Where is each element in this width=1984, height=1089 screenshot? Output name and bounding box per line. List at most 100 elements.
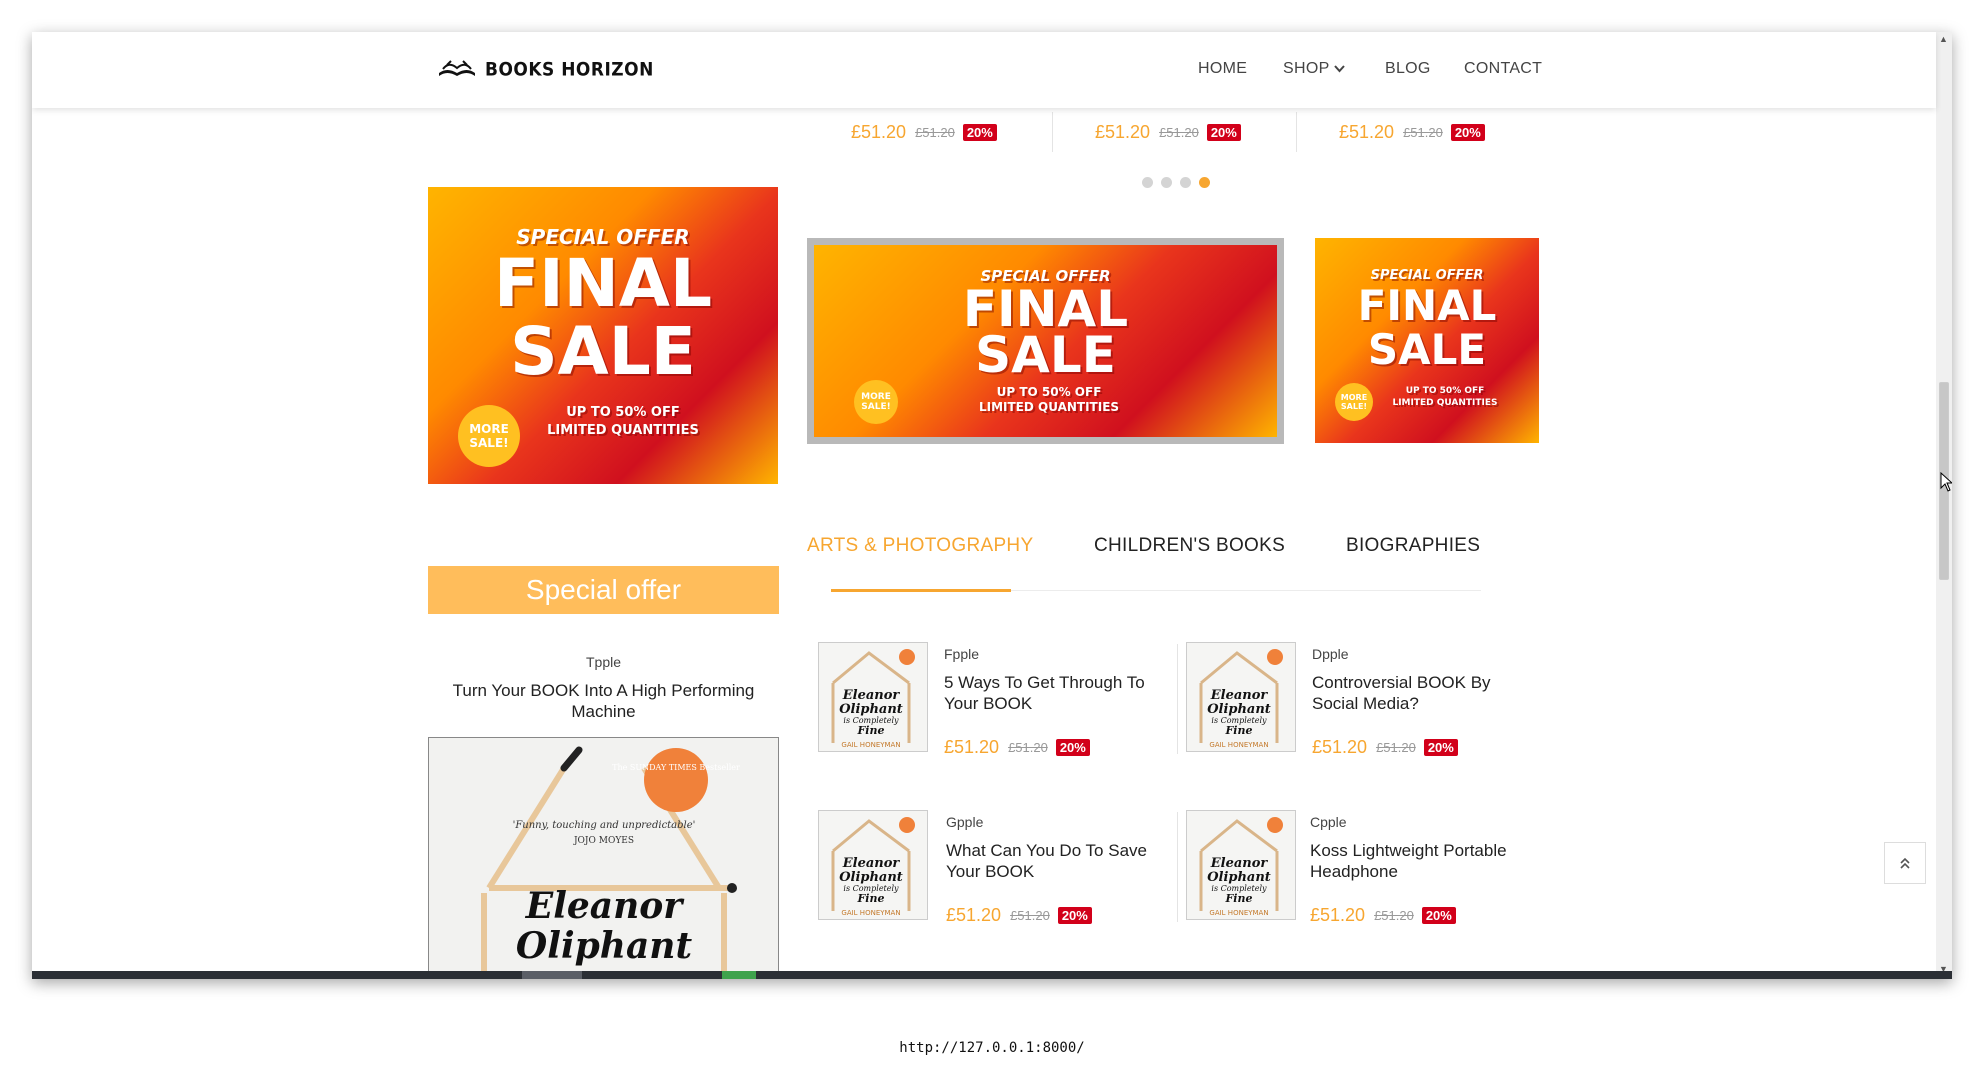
thumb-author: GAIL HONEYMAN bbox=[841, 909, 900, 917]
old-price: £51.20 bbox=[1159, 125, 1199, 140]
old-price: £51.20 bbox=[1008, 740, 1048, 755]
chevron-down-icon bbox=[1334, 65, 1345, 73]
book-thumb-image: Eleanor Oliphant is Completely Fine GAIL… bbox=[831, 649, 915, 749]
banner-line1: UP TO 50% OFF bbox=[1405, 386, 1485, 396]
divider bbox=[1296, 112, 1297, 152]
book-logo-icon bbox=[439, 60, 475, 76]
carousel-dot-2[interactable] bbox=[1161, 177, 1172, 188]
active-tab-underline bbox=[831, 589, 1011, 592]
special-offer-book-cover[interactable]: The SUNDAY TIMES Bestseller 'Funny, touc… bbox=[428, 737, 779, 979]
product-brand: Gpple bbox=[946, 814, 984, 830]
banner-sale: SALE bbox=[975, 326, 1116, 384]
tab-biographies[interactable]: BIOGRAPHIES bbox=[1346, 535, 1480, 557]
logo-text: BOOKS HORIZON bbox=[485, 59, 654, 81]
product-title[interactable]: Koss Lightweight Portable Headphone bbox=[1310, 840, 1520, 882]
carousel-dot-1[interactable] bbox=[1142, 177, 1153, 188]
special-offer-title[interactable]: Turn Your BOOK Into A High Performing Ma… bbox=[428, 680, 779, 722]
thumb-line2: Oliphant bbox=[1207, 870, 1271, 885]
price: £51.20 bbox=[946, 905, 1002, 925]
thumb-line1: Eleanor bbox=[842, 688, 901, 703]
thumb-line2: Oliphant bbox=[839, 702, 903, 717]
status-url: http://127.0.0.1:8000/ bbox=[899, 1040, 1085, 1056]
cover-title-1: Eleanor bbox=[525, 885, 686, 927]
discount-badge: 20% bbox=[1206, 124, 1241, 141]
banner-line2: LIMITED QUANTITIES bbox=[547, 423, 699, 438]
final-sale-banner-right[interactable]: SPECIAL OFFER FINAL SALE MORE SALE! UP T… bbox=[1315, 238, 1539, 443]
banner-line2: LIMITED QUANTITIES bbox=[978, 400, 1120, 414]
back-to-top-button[interactable] bbox=[1884, 842, 1926, 884]
thumb-author: GAIL HONEYMAN bbox=[1209, 741, 1268, 749]
double-chevron-up-icon bbox=[1900, 857, 1910, 869]
banner-final: FINAL bbox=[493, 245, 712, 322]
final-sale-banner-left[interactable]: SPECIAL OFFER FINAL SALE MORE SALE! UP T… bbox=[428, 187, 778, 484]
carousel-dot-4[interactable] bbox=[1199, 177, 1210, 188]
thumb-line4: Fine bbox=[857, 724, 885, 737]
thumb-author: GAIL HONEYMAN bbox=[1209, 909, 1268, 917]
taskbar-item[interactable] bbox=[522, 971, 582, 979]
discount-badge: 20% bbox=[1057, 907, 1092, 924]
old-price: £51.20 bbox=[1376, 740, 1416, 755]
special-offer-heading: Special offer bbox=[428, 566, 779, 614]
product-thumbnail[interactable]: Eleanor Oliphant is Completely Fine GAIL… bbox=[1186, 642, 1296, 752]
carousel-price-3: £51.20 £51.20 20% bbox=[1339, 122, 1485, 143]
nav-shop-label: SHOP bbox=[1283, 60, 1330, 77]
price: £51.20 bbox=[1312, 737, 1368, 757]
final-sale-banner-center[interactable]: SPECIAL OFFER FINAL SALE MORE SALE! UP T… bbox=[807, 238, 1284, 444]
banner-line1: UP TO 50% OFF bbox=[996, 385, 1102, 399]
vertical-scrollbar[interactable]: ▲ ▼ bbox=[1936, 32, 1952, 979]
tab-arts-photography[interactable]: ARTS & PHOTOGRAPHY bbox=[807, 535, 1033, 557]
product-thumbnail[interactable]: Eleanor Oliphant is Completely Fine GAIL… bbox=[818, 642, 928, 752]
nav-shop[interactable]: SHOP bbox=[1283, 60, 1345, 78]
discount-badge: 20% bbox=[1423, 739, 1458, 756]
old-price: £51.20 bbox=[1010, 908, 1050, 923]
thumb-line2: Oliphant bbox=[839, 870, 903, 885]
product-brand: Fpple bbox=[944, 646, 980, 662]
taskbar bbox=[32, 971, 1952, 979]
product-price: £51.20 £51.20 20% bbox=[946, 905, 1092, 926]
book-cover-image: The SUNDAY TIMES Bestseller 'Funny, touc… bbox=[481, 746, 740, 978]
carousel-dots bbox=[1142, 177, 1210, 188]
scroll-up-arrow-icon[interactable]: ▲ bbox=[1939, 34, 1948, 44]
thumb-line4: Fine bbox=[1225, 892, 1253, 905]
old-price: £51.20 bbox=[915, 125, 955, 140]
banner-sale: SALE bbox=[510, 313, 696, 390]
price: £51.20 bbox=[1339, 122, 1395, 142]
discount-badge: 20% bbox=[1055, 739, 1090, 756]
taskbar-item[interactable] bbox=[722, 971, 756, 979]
book-thumb-image: Eleanor Oliphant is Completely Fine GAIL… bbox=[831, 817, 915, 917]
product-thumbnail[interactable]: Eleanor Oliphant is Completely Fine GAIL… bbox=[818, 810, 928, 920]
thumb-line4: Fine bbox=[857, 892, 885, 905]
product-brand: Cpple bbox=[1310, 814, 1347, 830]
product-thumbnail[interactable]: Eleanor Oliphant is Completely Fine GAIL… bbox=[1186, 810, 1296, 920]
thumb-author: GAIL HONEYMAN bbox=[841, 741, 900, 749]
divider bbox=[1177, 644, 1178, 754]
banner-line1: UP TO 50% OFF bbox=[566, 405, 680, 420]
nav-home[interactable]: HOME bbox=[1198, 60, 1247, 78]
thumb-line4: Fine bbox=[1225, 724, 1253, 737]
nav-contact[interactable]: CONTACT bbox=[1464, 60, 1542, 78]
thumb-line1: Eleanor bbox=[842, 856, 901, 871]
nav-blog[interactable]: BLOG bbox=[1385, 60, 1431, 78]
mouse-cursor-icon bbox=[1940, 472, 1952, 492]
carousel-price-2: £51.20 £51.20 20% bbox=[1095, 122, 1241, 143]
discount-badge: 20% bbox=[962, 124, 997, 141]
product-price: £51.20 £51.20 20% bbox=[1310, 905, 1456, 926]
product-title[interactable]: Controversial BOOK By Social Media? bbox=[1312, 672, 1522, 714]
carousel-dot-3[interactable] bbox=[1180, 177, 1191, 188]
site-logo[interactable]: BOOKS HORIZON bbox=[437, 54, 654, 86]
product-price: £51.20 £51.20 20% bbox=[1312, 737, 1458, 758]
divider bbox=[1052, 112, 1053, 152]
book-thumb-image: Eleanor Oliphant is Completely Fine GAIL… bbox=[1199, 649, 1283, 749]
tab-childrens-books[interactable]: CHILDREN'S BOOKS bbox=[1094, 535, 1285, 557]
carousel-price-1: £51.20 £51.20 20% bbox=[851, 122, 997, 143]
discount-badge: 20% bbox=[1421, 907, 1456, 924]
thumb-line2: Oliphant bbox=[1207, 702, 1271, 717]
thumb-line1: Eleanor bbox=[1210, 688, 1269, 703]
product-price: £51.20 £51.20 20% bbox=[944, 737, 1090, 758]
product-title[interactable]: What Can You Do To Save Your BOOK bbox=[946, 840, 1156, 882]
site-header: BOOKS HORIZON HOME SHOP BLOG CONTACT bbox=[32, 32, 1936, 108]
price: £51.20 bbox=[1095, 122, 1151, 142]
banner-final: FINAL bbox=[1357, 281, 1497, 330]
divider bbox=[1177, 812, 1178, 922]
product-title[interactable]: 5 Ways To Get Through To Your BOOK bbox=[944, 672, 1154, 714]
